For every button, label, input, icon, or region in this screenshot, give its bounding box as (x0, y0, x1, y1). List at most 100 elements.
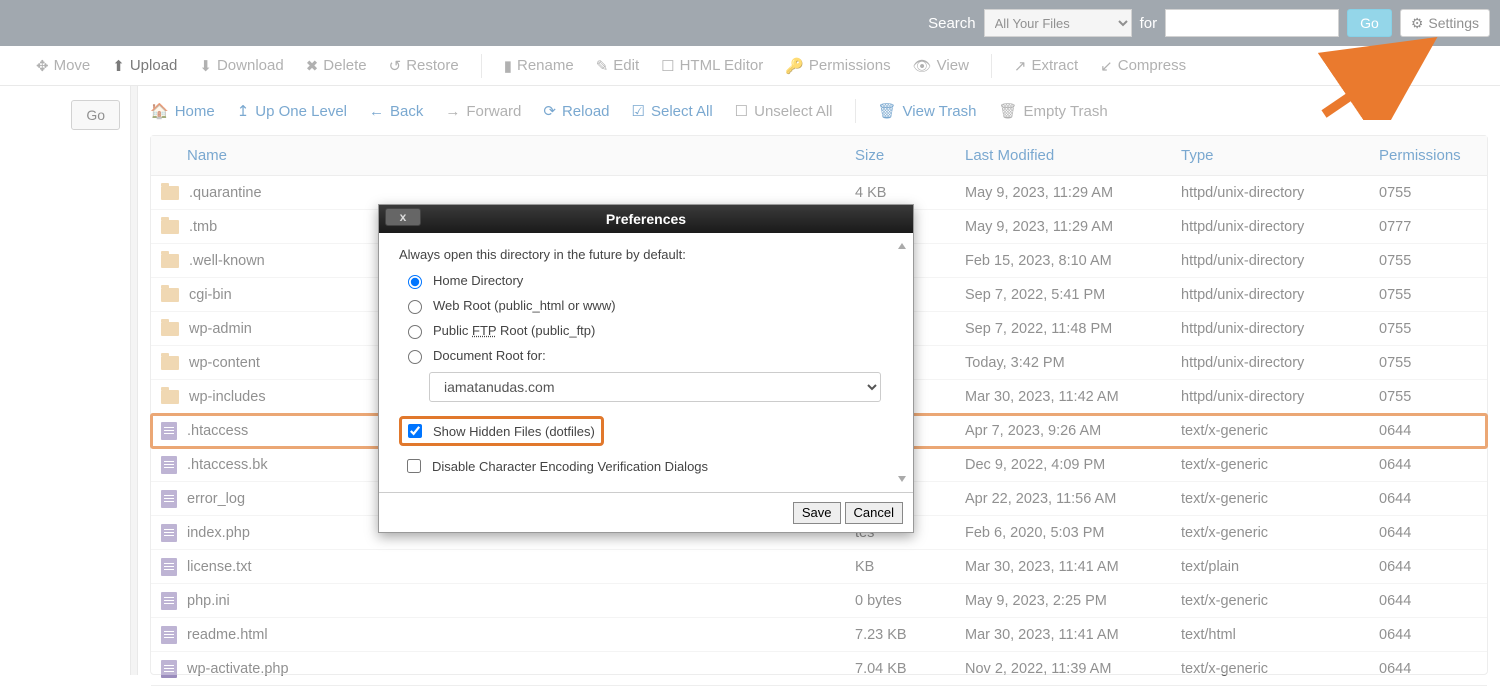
folder-icon (161, 220, 179, 234)
file-name: wp-includes (189, 389, 266, 405)
file-modified: May 9, 2023, 2:25 PM (965, 593, 1181, 609)
search-label: Search (928, 15, 976, 32)
edit-button[interactable]: ✎ Edit (596, 57, 639, 75)
file-modified: Today, 3:42 PM (965, 355, 1181, 371)
home-button[interactable]: 🏠 Home (150, 102, 215, 120)
action-toolbar: ✥ Move ⬆ Upload ⬇ Download ✖ Delete ↺ Re… (0, 46, 1500, 86)
extract-button[interactable]: ↗ Extract (1014, 57, 1078, 75)
radio-input[interactable] (408, 275, 422, 289)
delete-button[interactable]: ✖ Delete (306, 57, 367, 75)
file-type: httpd/unix-directory (1181, 219, 1379, 235)
forward-button[interactable]: → Forward (445, 103, 521, 120)
file-permissions: 0644 (1379, 661, 1487, 677)
separator (855, 99, 856, 123)
cancel-button[interactable]: Cancel (845, 502, 903, 524)
file-type: text/x-generic (1181, 593, 1379, 609)
disable-charset-checkbox[interactable]: Disable Character Encoding Verification … (399, 452, 887, 480)
file-type: text/x-generic (1181, 525, 1379, 541)
table-row[interactable]: wp-activate.php7.04 KBNov 2, 2022, 11:39… (151, 652, 1487, 686)
modal-scrollbar[interactable] (895, 243, 909, 482)
compress-button[interactable]: ↙ Compress (1100, 57, 1186, 75)
view-trash-button[interactable]: 🗑 View Trash (878, 102, 977, 120)
checkbox-input[interactable] (407, 459, 421, 473)
radio-input[interactable] (408, 325, 422, 339)
upload-button[interactable]: ⬆ Upload (112, 57, 177, 75)
gear-icon: ⚙ (1411, 15, 1424, 32)
file-permissions: 0777 (1379, 219, 1487, 235)
file-permissions: 0644 (1379, 423, 1487, 439)
select-all-button[interactable]: ☑ Select All (632, 102, 713, 120)
file-permissions: 0644 (1379, 559, 1487, 575)
move-button[interactable]: ✥ Move (36, 57, 90, 75)
back-button[interactable]: ← Back (369, 103, 423, 120)
unselect-all-button[interactable]: ☐ Unselect All (735, 102, 833, 120)
folder-icon (161, 356, 179, 370)
file-type: text/x-generic (1181, 457, 1379, 473)
show-hidden-files-checkbox[interactable]: Show Hidden Files (dotfiles) (404, 421, 595, 441)
file-name: .quarantine (189, 185, 262, 201)
left-sidebar: Go (0, 86, 130, 675)
file-name: .tmb (189, 219, 217, 235)
permissions-button[interactable]: 🔑 Permissions (785, 57, 890, 75)
file-icon (161, 524, 177, 542)
file-permissions: 0644 (1379, 627, 1487, 643)
col-size[interactable]: Size (855, 147, 965, 164)
file-modified: Mar 30, 2023, 11:41 AM (965, 559, 1181, 575)
empty-trash-button[interactable]: 🗑 Empty Trash (998, 102, 1107, 120)
pane-divider[interactable] (130, 86, 138, 675)
table-row[interactable]: php.ini0 bytesMay 9, 2023, 2:25 PMtext/x… (151, 584, 1487, 618)
file-icon (161, 592, 177, 610)
file-name: readme.html (187, 627, 268, 643)
radio-home-directory[interactable]: Home Directory (399, 268, 887, 293)
path-go-button[interactable]: Go (71, 100, 120, 130)
search-scope-select[interactable]: All Your Files (984, 9, 1132, 37)
file-name: php.ini (187, 593, 230, 609)
document-root-select[interactable]: iamatanudas.com (429, 372, 881, 402)
file-modified: Mar 30, 2023, 11:42 AM (965, 389, 1181, 405)
radio-input[interactable] (408, 350, 422, 364)
file-permissions: 0755 (1379, 389, 1487, 405)
table-row[interactable]: license.txtKBMar 30, 2023, 11:41 AMtext/… (151, 550, 1487, 584)
default-dir-label: Always open this directory in the future… (399, 247, 887, 262)
file-type: text/x-generic (1181, 491, 1379, 507)
search-go-button[interactable]: Go (1347, 9, 1392, 37)
reload-button[interactable]: ⟳ Reload (543, 102, 609, 120)
folder-icon (161, 288, 179, 302)
col-modified[interactable]: Last Modified (965, 147, 1181, 164)
file-name: .htaccess (187, 423, 248, 439)
file-modified: Sep 7, 2022, 5:41 PM (965, 287, 1181, 303)
checkbox-input[interactable] (408, 424, 422, 438)
col-type[interactable]: Type (1181, 147, 1379, 164)
modal-titlebar: x Preferences (379, 205, 913, 233)
file-modified: Mar 30, 2023, 11:41 AM (965, 627, 1181, 643)
radio-ftp-root[interactable]: Public FTP Root (public_ftp) (399, 318, 887, 343)
col-name[interactable]: Name (151, 147, 855, 164)
radio-web-root[interactable]: Web Root (public_html or www) (399, 293, 887, 318)
download-button[interactable]: ⬇ Download (199, 57, 283, 75)
radio-document-root[interactable]: Document Root for: (399, 343, 887, 368)
modal-close-button[interactable]: x (385, 208, 421, 226)
table-row[interactable]: readme.html 7.23 KBMar 30, 2023, 11:41 AM… (151, 618, 1487, 652)
file-modified: Apr 7, 2023, 9:26 AM (965, 423, 1181, 439)
rename-button[interactable]: ▮ Rename (504, 57, 574, 75)
file-icon (161, 626, 177, 644)
file-type: httpd/unix-directory (1181, 185, 1379, 201)
file-modified: Apr 22, 2023, 11:56 AM (965, 491, 1181, 507)
radio-input[interactable] (408, 300, 422, 314)
view-button[interactable]: 👁 View (913, 57, 969, 75)
file-icon (161, 456, 177, 474)
search-input[interactable] (1165, 9, 1339, 37)
restore-button[interactable]: ↺ Restore (389, 57, 459, 75)
file-name: error_log (187, 491, 245, 507)
folder-icon (161, 390, 179, 404)
file-modified: Sep 7, 2022, 11:48 PM (965, 321, 1181, 337)
file-name: .well-known (189, 253, 265, 269)
col-permissions[interactable]: Permissions (1379, 147, 1487, 164)
settings-button[interactable]: ⚙ Settings (1400, 9, 1490, 37)
file-type: text/x-generic (1181, 423, 1379, 439)
top-bar: Search All Your Files for Go ⚙ Settings (0, 0, 1500, 46)
up-one-level-button[interactable]: ↥ Up One Level (237, 102, 347, 120)
html-editor-button[interactable]: ☐ HTML Editor (661, 57, 763, 75)
save-button[interactable]: Save (793, 502, 841, 524)
file-size: 7.23 KB (855, 627, 965, 643)
